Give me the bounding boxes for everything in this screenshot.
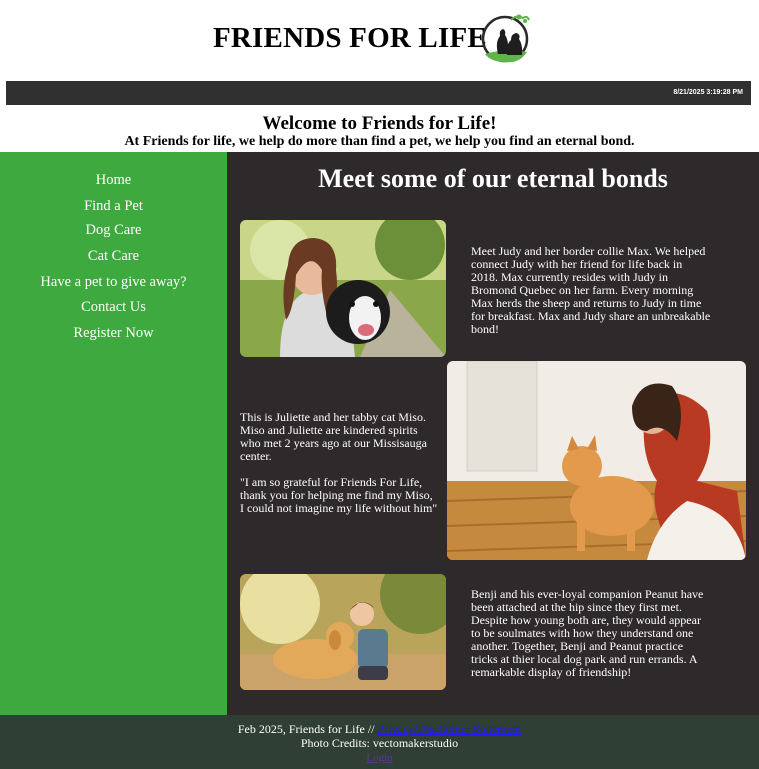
- juliette-and-miso-photo: [447, 361, 746, 560]
- site-header: FRIENDS FOR LIFE: [0, 0, 759, 80]
- judy-and-max-photo: [240, 220, 446, 357]
- site-title: FRIENDS FOR LIFE: [213, 22, 487, 54]
- footer-login-line: Login: [0, 750, 759, 765]
- nav-register-now[interactable]: Register Now: [0, 325, 227, 342]
- nav-find-a-pet[interactable]: Find a Pet: [0, 198, 227, 215]
- nav-give-away-pet[interactable]: Have a pet to give away?: [0, 274, 227, 291]
- footer-copyright-line: Feb 2025, Friends for Life // Privacy/Di…: [0, 722, 759, 736]
- privacy-disclaimer-link[interactable]: Privacy/Disclaimer Statement: [378, 722, 522, 736]
- login-link[interactable]: Login: [366, 752, 392, 764]
- nav-dog-care[interactable]: Dog Care: [0, 222, 227, 239]
- story-benji-peanut-text: Benji and his ever-loyal companion Peanu…: [471, 587, 704, 679]
- story-juliette-miso-text: This is Juliette and her tabby cat Miso.…: [240, 410, 438, 515]
- current-timestamp: 8/21/2025 3:19:28 PM: [673, 89, 743, 96]
- dog-and-cat-logo-icon[interactable]: [481, 12, 531, 64]
- nav-contact-us[interactable]: Contact Us: [0, 299, 227, 316]
- tagline: At Friends for life, we help do more tha…: [124, 134, 635, 149]
- photo-credits: Photo Credits: vectomakerstudio: [300, 736, 459, 750]
- date-bar: 8/21/2025 3:19:28 PM: [6, 81, 751, 105]
- footer-copyright: Feb 2025, Friends for Life //: [237, 722, 378, 736]
- sidebar-nav: Home Find a Pet Dog Care Cat Care Have a…: [0, 152, 227, 715]
- welcome-heading: Welcome to Friends for Life!: [262, 113, 497, 134]
- nav-cat-care[interactable]: Cat Care: [0, 248, 227, 265]
- benji-and-peanut-photo: [240, 574, 446, 690]
- main-heading: Meet some of our eternal bonds: [318, 164, 668, 193]
- site-footer: Feb 2025, Friends for Life // Privacy/Di…: [0, 715, 759, 769]
- story-judy-max-text: Meet Judy and her border collie Max. We …: [471, 244, 711, 336]
- main-content: Meet some of our eternal bonds Meet Judy…: [227, 152, 759, 715]
- nav-home[interactable]: Home: [0, 172, 227, 189]
